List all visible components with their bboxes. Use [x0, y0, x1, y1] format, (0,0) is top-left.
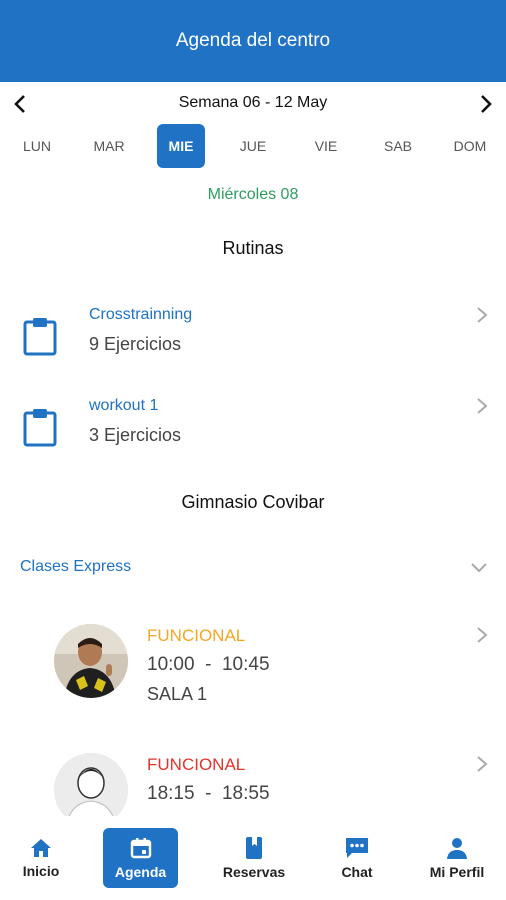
- routine-name: Crosstrainning: [89, 306, 193, 323]
- week-label: Semana 06 - 12 May: [178, 94, 328, 111]
- class-item[interactable]: FUNCIONAL 18:15 - 18:55: [0, 753, 506, 816]
- day-sab[interactable]: SAB: [374, 124, 422, 168]
- gym-title: Gimnasio Covibar: [181, 492, 325, 512]
- class-item[interactable]: FUNCIONAL 10:00 - 10:45 SALA 1: [0, 624, 506, 724]
- nav-label: Mi Perfil: [429, 864, 485, 880]
- class-group-header[interactable]: Clases Express: [0, 554, 506, 584]
- instructor-photo: [54, 624, 128, 698]
- nav-inicio[interactable]: Inicio: [6, 828, 76, 888]
- class-name: FUNCIONAL: [147, 755, 246, 774]
- routine-item[interactable]: Crosstrainning 9 Ejercicios: [0, 302, 506, 372]
- class-room: SALA 1: [147, 684, 208, 704]
- weekday-selector: LUN MAR MIE JUE VIE SAB DOM: [0, 124, 506, 168]
- day-jue[interactable]: JUE: [229, 124, 277, 168]
- chevron-right-icon: [481, 95, 492, 113]
- day-mar[interactable]: MAR: [85, 124, 133, 168]
- nav-label: Chat: [341, 864, 373, 880]
- home-icon: [31, 839, 51, 857]
- nav-reservas[interactable]: Reservas: [215, 828, 293, 888]
- class-name: FUNCIONAL: [147, 626, 246, 645]
- routine-detail: 9 Ejercicios: [89, 334, 182, 354]
- next-week-button[interactable]: [474, 92, 498, 116]
- nav-label: Reservas: [222, 864, 286, 880]
- day-mie[interactable]: MIE: [157, 124, 205, 168]
- clipboard-icon: [23, 318, 57, 356]
- nav-mi-perfil[interactable]: Mi Perfil: [420, 828, 494, 888]
- chevron-down-icon: [471, 563, 487, 573]
- instructor-avatar: [54, 624, 128, 698]
- nav-agenda[interactable]: Agenda: [103, 828, 178, 888]
- calendar-icon: [130, 838, 151, 859]
- class-time: 10:00 - 10:45: [147, 654, 270, 675]
- week-navigation: Semana 06 - 12 May: [0, 88, 506, 120]
- routines-title: Rutinas: [222, 238, 284, 258]
- chat-icon: [346, 838, 368, 858]
- routine-item[interactable]: workout 1 3 Ejercicios: [0, 393, 506, 463]
- nav-chat[interactable]: Chat: [326, 828, 388, 888]
- nav-label: Inicio: [22, 863, 60, 879]
- clipboard-icon: [23, 409, 57, 447]
- day-dom[interactable]: DOM: [446, 124, 494, 168]
- chevron-right-icon: [477, 307, 488, 323]
- person-icon: [447, 838, 467, 859]
- selected-date: Miércoles 08: [207, 186, 299, 203]
- class-group-label: Clases Express: [20, 558, 132, 575]
- day-lun[interactable]: LUN: [13, 124, 61, 168]
- chevron-right-icon: [477, 398, 488, 414]
- class-time: 18:15 - 18:55: [147, 783, 270, 804]
- chevron-right-icon: [477, 756, 488, 772]
- nav-label: Agenda: [114, 864, 167, 880]
- chevron-right-icon: [477, 627, 488, 643]
- routine-detail: 3 Ejercicios: [89, 425, 182, 445]
- bottom-navigation: Inicio Agenda Reservas Chat Mi Perfil: [0, 820, 506, 900]
- book-icon: [246, 837, 262, 859]
- app-header: Agenda del centro: [0, 0, 506, 82]
- routine-name: workout 1: [89, 397, 159, 414]
- default-avatar-icon: [54, 753, 128, 816]
- class-list: FUNCIONAL 10:00 - 10:45 SALA 1 FUNCIONAL…: [0, 600, 506, 816]
- day-vie[interactable]: VIE: [302, 124, 350, 168]
- instructor-avatar: [54, 753, 128, 816]
- header-title: Agenda del centro: [175, 30, 331, 51]
